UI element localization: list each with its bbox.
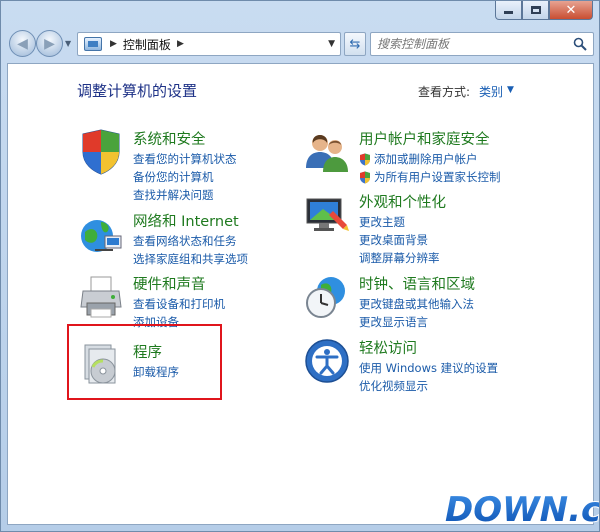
highlight-box [67, 324, 222, 400]
link-backup-computer[interactable]: 备份您的计算机 [133, 169, 214, 185]
view-by-label: 查看方式: [418, 85, 471, 99]
link-change-display-language[interactable]: 更改显示语言 [359, 314, 428, 330]
link-change-background[interactable]: 更改桌面背景 [359, 232, 428, 248]
link-view-computer-status[interactable]: 查看您的计算机状态 [133, 151, 237, 167]
link-change-theme[interactable]: 更改主题 [359, 214, 405, 230]
category-ease-of-access: 轻松访问 使用 Windows 建议的设置 优化视频显示 [303, 337, 543, 397]
view-by-dropdown[interactable]: 类别 [479, 83, 503, 100]
search-box[interactable] [370, 32, 594, 56]
minimize-button[interactable] [495, 1, 522, 20]
category-title[interactable]: 用户帐户和家庭安全 [359, 128, 490, 149]
category-title[interactable]: 系统和安全 [133, 128, 206, 149]
chevron-down-icon[interactable]: ▼ [507, 85, 514, 95]
navigation-bar: ◀ ▶ ▼ ▶ 控制面板 ▶ ▼ ⇆ [7, 27, 594, 61]
category-system-security: 系统和安全 查看您的计算机状态 备份您的计算机 查找并解决问题 [77, 128, 277, 204]
link-label[interactable]: 为所有用户设置家长控制 [374, 169, 501, 185]
link-parental-controls[interactable]: 为所有用户设置家长控制 [359, 169, 501, 185]
globe-network-icon[interactable] [77, 210, 125, 258]
shield-icon[interactable] [77, 128, 125, 176]
category-network-internet: 网络和 Internet 查看网络状态和任务 选择家庭组和共享选项 [77, 210, 277, 270]
link-label[interactable]: 添加或删除用户帐户 [374, 151, 478, 167]
link-screen-resolution[interactable]: 调整屏幕分辨率 [359, 250, 440, 266]
control-panel-window: ✕ ◀ ▶ ▼ ▶ 控制面板 ▶ ▼ ⇆ 调整计算机的设置 查看方式: 类别 ▼ [0, 0, 600, 532]
clock-globe-icon[interactable] [303, 273, 351, 321]
breadcrumb-separator-icon[interactable]: ▶ [177, 39, 184, 49]
link-add-remove-accounts[interactable]: 添加或删除用户帐户 [359, 151, 478, 167]
link-network-status[interactable]: 查看网络状态和任务 [133, 233, 237, 249]
arrow-right-icon: ▶ [44, 35, 55, 52]
maximize-button[interactable] [522, 1, 549, 20]
category-appearance: 外观和个性化 更改主题 更改桌面背景 调整屏幕分辨率 [303, 191, 543, 267]
uac-shield-icon [360, 153, 370, 165]
users-icon[interactable] [303, 128, 351, 176]
link-troubleshoot[interactable]: 查找并解决问题 [133, 187, 214, 203]
link-windows-recommended-settings[interactable]: 使用 Windows 建议的设置 [359, 360, 498, 376]
address-bar[interactable]: ▶ 控制面板 ▶ ▼ [77, 32, 341, 56]
minimize-icon [504, 11, 513, 14]
close-button[interactable]: ✕ [549, 1, 593, 20]
recent-pages-dropdown[interactable]: ▼ [65, 39, 71, 48]
search-input[interactable] [377, 34, 557, 54]
uac-shield-icon [360, 171, 370, 183]
category-clock-language-region: 时钟、语言和区域 更改键盘或其他输入法 更改显示语言 [303, 273, 543, 333]
ease-of-access-icon[interactable] [303, 337, 351, 385]
link-change-input-method[interactable]: 更改键盘或其他输入法 [359, 296, 474, 312]
caption-buttons: ✕ [495, 1, 593, 21]
arrow-left-icon: ◀ [17, 35, 28, 52]
monitor-icon[interactable] [303, 191, 351, 239]
maximize-icon [530, 6, 541, 14]
link-optimize-video-display[interactable]: 优化视频显示 [359, 378, 428, 394]
link-devices-printers[interactable]: 查看设备和打印机 [133, 296, 225, 312]
category-title[interactable]: 时钟、语言和区域 [359, 273, 475, 294]
back-button[interactable]: ◀ [9, 30, 36, 57]
address-dropdown-icon[interactable]: ▼ [328, 39, 335, 49]
category-title[interactable]: 硬件和声音 [133, 273, 206, 294]
breadcrumb-separator-icon[interactable]: ▶ [110, 39, 117, 49]
close-icon: ✕ [565, 2, 577, 18]
refresh-icon: ⇆ [349, 36, 361, 52]
control-panel-icon [84, 37, 102, 51]
category-title[interactable]: 外观和个性化 [359, 191, 446, 212]
watermark-text: DOWN.cc [445, 490, 599, 529]
breadcrumb-control-panel[interactable]: 控制面板 [123, 36, 171, 53]
forward-button[interactable]: ▶ [36, 30, 63, 57]
down-cc-watermark-logo: DOWN.cc [444, 489, 599, 529]
page-title: 调整计算机的设置 [77, 82, 198, 100]
category-user-accounts: 用户帐户和家庭安全 添加或删除用户帐户 为所有用户设置家长控制 [303, 128, 543, 188]
printer-icon[interactable] [77, 273, 125, 321]
category-title[interactable]: 网络和 Internet [133, 210, 239, 231]
link-homegroup-sharing[interactable]: 选择家庭组和共享选项 [133, 251, 248, 267]
search-icon[interactable] [573, 37, 587, 51]
category-title[interactable]: 轻松访问 [359, 337, 417, 358]
refresh-button[interactable]: ⇆ [344, 32, 366, 56]
content-pane: 调整计算机的设置 查看方式: 类别 ▼ 系统和安全 查看您的计算机状态 备份您的… [7, 63, 594, 525]
